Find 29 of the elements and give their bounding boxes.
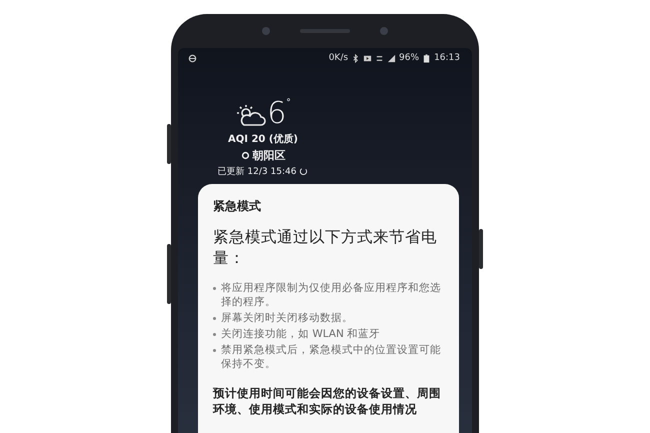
degree-sign: °: [286, 98, 291, 108]
update-time: 已更新 12/3 15:46: [218, 166, 296, 178]
refresh-icon[interactable]: [299, 167, 308, 176]
network-speed: 0K/s: [328, 53, 348, 63]
media-icon: [363, 54, 372, 62]
battery-percent: 96%: [399, 53, 420, 63]
signal-icon: [387, 54, 396, 62]
dialog-heading: 紧急模式通过以下方式来节省电量：: [213, 227, 438, 269]
dialog-title: 紧急模式: [213, 198, 262, 215]
location-icon: [240, 151, 250, 160]
bullet-icon: [213, 287, 216, 290]
bullet-text: 关闭连接功能，如 WLAN 和蓝牙: [221, 327, 380, 341]
bullet-text: 禁用紧急模式后，紧急模式中的位置设置可能保持不变。: [221, 343, 442, 371]
bluetooth-icon: [351, 54, 360, 62]
circle-icon: [188, 54, 197, 62]
battery-icon: [422, 54, 432, 62]
sensor-icon: [262, 27, 270, 35]
bullet-text: 屏幕关闭时关闭移动数据。: [221, 311, 353, 325]
location-name: 朝阳区: [252, 148, 286, 163]
bullet-icon: [213, 349, 216, 352]
camera-icon: [380, 27, 388, 35]
bullet-text: 将应用程序限制为仅使用必备应用程序和您选择的程序。: [221, 281, 442, 309]
partly-cloudy-icon: [235, 104, 268, 128]
air-quality: AQI 20 (优质): [228, 132, 298, 146]
usage-note: 预计使用时间可能会因您的设备设置、周围环境、使用模式和实际的设备使用情况: [213, 385, 442, 417]
bullet-icon: [213, 317, 216, 320]
temperature: 6: [267, 98, 286, 130]
clock-time: 16:13: [434, 53, 460, 63]
bullet-icon: [213, 333, 216, 336]
